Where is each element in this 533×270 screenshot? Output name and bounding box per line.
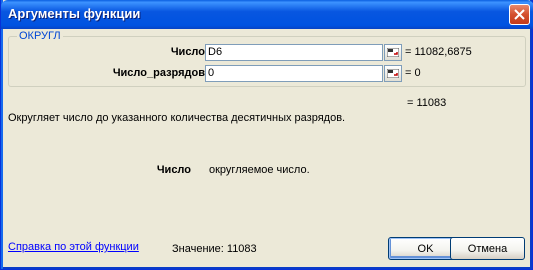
- arg-label-digits: Число_разрядов: [112, 67, 205, 79]
- num-digits-range-button[interactable]: [384, 65, 402, 82]
- number-result: = 11082,6875: [405, 46, 472, 58]
- title-bar[interactable]: Аргументы функции: [1, 0, 533, 29]
- number-input[interactable]: D6: [205, 44, 383, 61]
- arg-label-number: Число: [170, 46, 205, 58]
- num-digits-input[interactable]: 0: [205, 65, 383, 82]
- formula-result: = 11083: [407, 97, 447, 109]
- range-select-icon: [387, 48, 399, 57]
- arg-help-text: округляемое число.: [209, 164, 310, 176]
- range-select-icon: [387, 69, 399, 78]
- num-digits-result: = 0: [405, 67, 421, 79]
- dialog-title: Аргументы функции: [8, 6, 141, 21]
- close-icon: [514, 9, 525, 20]
- function-arguments-dialog: Аргументы функции ОКРУГЛ Число D6 = 1108…: [0, 0, 533, 270]
- arg-help-name: Число: [156, 164, 191, 176]
- value-readout: Значение: 11083: [172, 243, 257, 255]
- help-link[interactable]: Справка по этой функции: [8, 241, 139, 253]
- close-button[interactable]: [509, 4, 530, 25]
- function-name-label: ОКРУГЛ: [17, 30, 63, 42]
- function-description: Округляет число до указанного количества…: [8, 112, 346, 124]
- number-range-button[interactable]: [384, 44, 402, 61]
- cancel-button[interactable]: Отмена: [450, 237, 525, 260]
